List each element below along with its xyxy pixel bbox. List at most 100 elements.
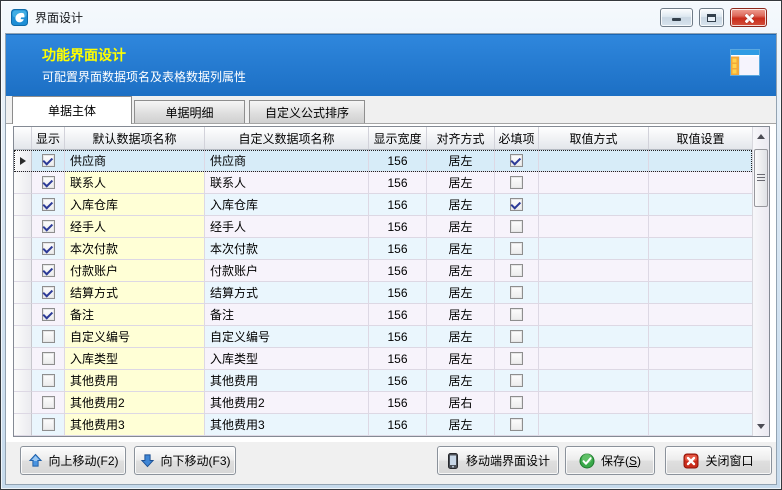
cell-display-width[interactable]: 156 xyxy=(369,150,427,172)
table-row[interactable]: 本次付款 本次付款 156 居左 xyxy=(14,238,752,260)
required-checkbox[interactable] xyxy=(510,198,523,211)
cell-default-name[interactable]: 付款账户 xyxy=(65,260,205,282)
cell-display-width[interactable]: 156 xyxy=(369,282,427,304)
cell-custom-name[interactable]: 其他费用3 xyxy=(205,414,369,436)
required-cell[interactable] xyxy=(495,172,539,194)
cell-display-width[interactable]: 156 xyxy=(369,348,427,370)
vertical-scrollbar[interactable] xyxy=(752,127,769,436)
required-cell[interactable] xyxy=(495,282,539,304)
display-cell[interactable] xyxy=(32,304,65,326)
cell-value-setting[interactable] xyxy=(649,172,752,194)
cell-custom-name[interactable]: 自定义编号 xyxy=(205,326,369,348)
row-selector[interactable] xyxy=(14,260,32,282)
cell-default-name[interactable]: 其他费用 xyxy=(65,370,205,392)
close-button[interactable] xyxy=(730,8,767,27)
cell-value-setting[interactable] xyxy=(649,304,752,326)
cell-display-width[interactable]: 156 xyxy=(369,370,427,392)
display-cell[interactable] xyxy=(32,194,65,216)
cell-value-setting[interactable] xyxy=(649,282,752,304)
cell-display-width[interactable]: 156 xyxy=(369,326,427,348)
display-checkbox[interactable] xyxy=(42,330,55,343)
header-default-name[interactable]: 默认数据项名称 xyxy=(65,127,205,149)
header-value-method[interactable]: 取值方式 xyxy=(539,127,649,149)
cell-custom-name[interactable]: 本次付款 xyxy=(205,238,369,260)
required-cell[interactable] xyxy=(495,150,539,172)
table-row[interactable]: 付款账户 付款账户 156 居左 xyxy=(14,260,752,282)
move-down-button[interactable]: 向下移动(F3) xyxy=(134,446,236,475)
maximize-button[interactable] xyxy=(699,8,724,27)
row-selector[interactable] xyxy=(14,348,32,370)
cell-default-name[interactable]: 联系人 xyxy=(65,172,205,194)
display-checkbox[interactable] xyxy=(42,308,55,321)
required-cell[interactable] xyxy=(495,326,539,348)
cell-value-method[interactable] xyxy=(539,414,649,436)
cell-custom-name[interactable]: 付款账户 xyxy=(205,260,369,282)
required-checkbox[interactable] xyxy=(510,374,523,387)
cell-display-width[interactable]: 156 xyxy=(369,392,427,414)
cell-default-name[interactable]: 本次付款 xyxy=(65,238,205,260)
cell-default-name[interactable]: 自定义编号 xyxy=(65,326,205,348)
table-row[interactable]: 入库仓库 入库仓库 156 居左 xyxy=(14,194,752,216)
move-up-button[interactable]: 向上移动(F2) xyxy=(20,446,126,475)
scroll-down-button[interactable] xyxy=(754,419,768,434)
cell-align[interactable]: 居左 xyxy=(427,216,495,238)
cell-align[interactable]: 居左 xyxy=(427,282,495,304)
required-checkbox[interactable] xyxy=(510,286,523,299)
cell-value-method[interactable] xyxy=(539,260,649,282)
required-cell[interactable] xyxy=(495,348,539,370)
display-cell[interactable] xyxy=(32,392,65,414)
cell-custom-name[interactable]: 其他费用2 xyxy=(205,392,369,414)
cell-default-name[interactable]: 其他费用2 xyxy=(65,392,205,414)
header-custom-name[interactable]: 自定义数据项名称 xyxy=(205,127,369,149)
row-selector[interactable] xyxy=(14,282,32,304)
cell-value-setting[interactable] xyxy=(649,260,752,282)
display-cell[interactable] xyxy=(32,216,65,238)
cell-align[interactable]: 居左 xyxy=(427,238,495,260)
table-row[interactable]: 经手人 经手人 156 居左 xyxy=(14,216,752,238)
scroll-thumb[interactable] xyxy=(754,149,768,207)
required-checkbox[interactable] xyxy=(510,330,523,343)
row-selector[interactable] xyxy=(14,150,32,172)
cell-custom-name[interactable]: 结算方式 xyxy=(205,282,369,304)
cell-align[interactable]: 居左 xyxy=(427,194,495,216)
cell-custom-name[interactable]: 供应商 xyxy=(205,150,369,172)
required-checkbox[interactable] xyxy=(510,154,523,167)
header-value-setting[interactable]: 取值设置 xyxy=(649,127,752,149)
cell-align[interactable]: 居左 xyxy=(427,260,495,282)
cell-default-name[interactable]: 入库仓库 xyxy=(65,194,205,216)
save-button[interactable]: 保存(S) xyxy=(565,446,655,475)
cell-align[interactable]: 居左 xyxy=(427,150,495,172)
display-cell[interactable] xyxy=(32,172,65,194)
cell-align[interactable]: 居左 xyxy=(427,304,495,326)
cell-align[interactable]: 居左 xyxy=(427,172,495,194)
table-row[interactable]: 结算方式 结算方式 156 居左 xyxy=(14,282,752,304)
row-selector[interactable] xyxy=(14,392,32,414)
cell-custom-name[interactable]: 备注 xyxy=(205,304,369,326)
cell-default-name[interactable]: 入库类型 xyxy=(65,348,205,370)
scroll-up-button[interactable] xyxy=(754,129,768,144)
cell-align[interactable]: 居左 xyxy=(427,414,495,436)
mobile-design-button[interactable]: 移动端界面设计 xyxy=(437,446,559,475)
cell-value-method[interactable] xyxy=(539,282,649,304)
required-cell[interactable] xyxy=(495,238,539,260)
display-checkbox[interactable] xyxy=(42,418,55,431)
tab-document-body[interactable]: 单据主体 xyxy=(12,96,132,124)
display-cell[interactable] xyxy=(32,348,65,370)
row-selector[interactable] xyxy=(14,238,32,260)
cell-display-width[interactable]: 156 xyxy=(369,216,427,238)
cell-value-setting[interactable] xyxy=(649,150,752,172)
row-selector[interactable] xyxy=(14,304,32,326)
row-selector[interactable] xyxy=(14,326,32,348)
cell-custom-name[interactable]: 入库类型 xyxy=(205,348,369,370)
table-row[interactable]: 其他费用 其他费用 156 居左 xyxy=(14,370,752,392)
cell-value-method[interactable] xyxy=(539,216,649,238)
tab-document-detail[interactable]: 单据明细 xyxy=(134,100,245,124)
display-checkbox[interactable] xyxy=(42,264,55,277)
display-cell[interactable] xyxy=(32,238,65,260)
display-cell[interactable] xyxy=(32,414,65,436)
cell-align[interactable]: 居左 xyxy=(427,348,495,370)
display-cell[interactable] xyxy=(32,370,65,392)
required-cell[interactable] xyxy=(495,392,539,414)
cell-value-setting[interactable] xyxy=(649,194,752,216)
cell-custom-name[interactable]: 入库仓库 xyxy=(205,194,369,216)
